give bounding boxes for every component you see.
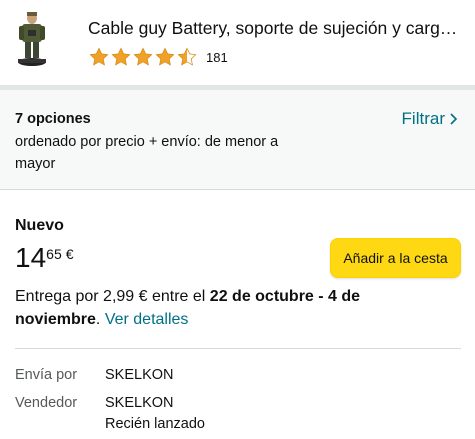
filter-button[interactable]: Filtrar [402,109,459,129]
delivery-info: Entrega por 2,99 € entre el 22 de octubr… [15,285,435,331]
offer-condition: Nuevo [15,217,64,234]
offer-price: 14 65 € [15,242,74,274]
product-title[interactable]: Cable guy Battery, soporte de sujeción y… [88,18,468,39]
offer-card: Nuevo 14 65 € Añadir a la cesta Entrega … [0,191,475,439]
star-full-icon [155,47,175,66]
filter-label: Filtrar [401,109,445,128]
rating-count[interactable]: 181 [206,50,228,65]
options-count: 7 opciones [15,111,91,127]
delivery-prefix: Entrega por 2,99 € entre el [15,288,210,305]
star-full-icon [89,47,109,66]
options-summary: 7 opciones ordenado por precio + envío: … [0,90,475,190]
star-half-icon [177,47,197,66]
ships-from-value: SKELKON [105,367,174,383]
details-link[interactable]: Ver detalles [105,311,189,328]
price-whole: 14 [15,242,47,273]
rating-row[interactable]: 181 [88,46,228,68]
seller-label: Vendedor [15,395,78,411]
star-full-icon [111,47,131,66]
seller-note: Recién lanzado [105,416,205,432]
sort-description: ordenado por precio + envío: de menor a … [15,134,279,172]
product-thumbnail[interactable] [16,10,48,68]
price-fraction: 65 [46,246,62,262]
offer-divider [15,348,461,349]
add-to-cart-button[interactable]: Añadir a la cesta [330,238,461,278]
price-currency: € [65,246,74,262]
chevron-right-icon [450,113,458,125]
ships-from-label: Envía por [15,367,78,383]
star-rating [88,46,198,68]
seller-link[interactable]: SKELKON [105,395,174,411]
star-full-icon [133,47,153,66]
product-header: Cable guy Battery, soporte de sujeción y… [0,0,475,88]
delivery-suffix: . [95,311,105,328]
